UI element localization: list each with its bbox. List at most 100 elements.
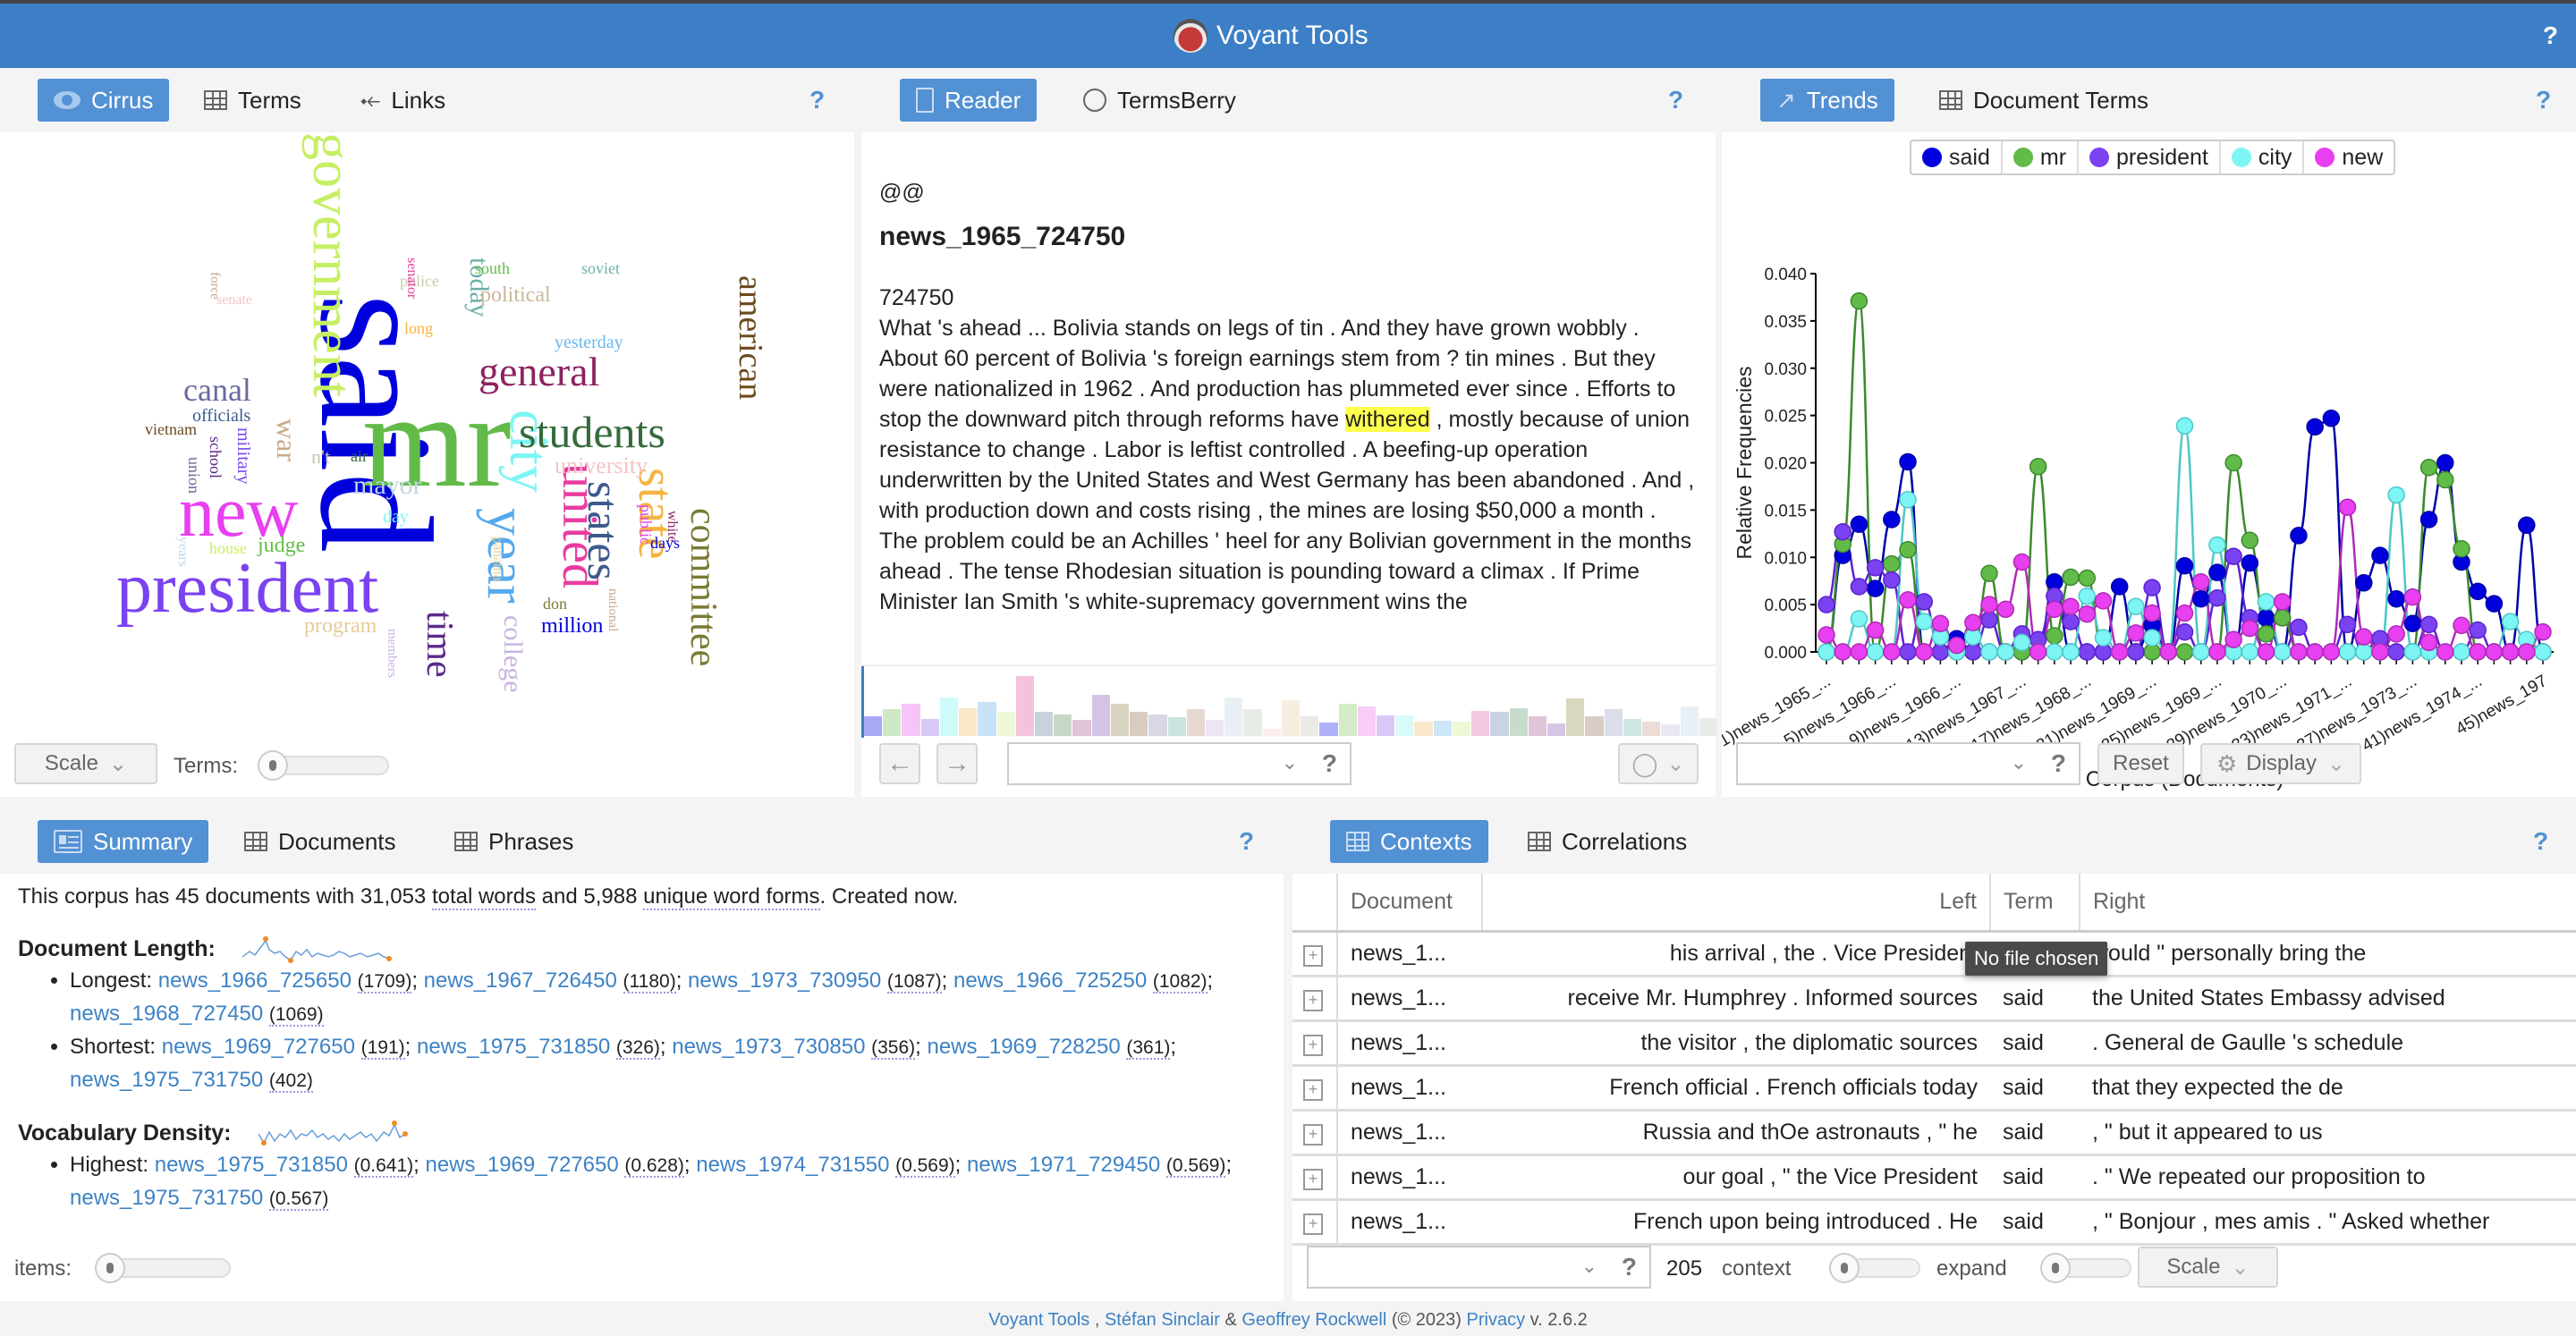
table-row[interactable]: + news_1... Russia and thOe astronauts , "… xyxy=(1292,1110,2576,1156)
app-brand[interactable]: Voyant Tools xyxy=(1174,16,1368,55)
data-point-president[interactable] xyxy=(1915,593,1933,611)
document-link[interactable]: news_1966_725650 xyxy=(691,1219,885,1221)
data-point-mr[interactable] xyxy=(2175,643,2194,661)
data-point-new[interactable] xyxy=(2436,643,2454,661)
density-bar[interactable] xyxy=(1243,709,1262,736)
data-point-president[interactable] xyxy=(2078,643,2097,661)
data-point-new[interactable] xyxy=(2469,643,2487,661)
density-bar[interactable] xyxy=(1377,715,1395,736)
data-point-mr[interactable] xyxy=(2224,453,2242,472)
density-bar[interactable] xyxy=(1186,709,1205,736)
density-bar[interactable] xyxy=(1661,724,1680,736)
density-bar[interactable] xyxy=(1130,712,1148,736)
data-point-city[interactable] xyxy=(2078,587,2097,605)
highlighted-term[interactable]: withered xyxy=(1345,407,1430,432)
data-point-new[interactable] xyxy=(2094,592,2113,610)
data-point-new[interactable] xyxy=(2387,625,2405,643)
privacy-link[interactable]: Privacy xyxy=(1467,1310,1526,1330)
expand-row-icon[interactable]: + xyxy=(1303,1123,1323,1146)
data-point-president[interactable] xyxy=(2290,618,2308,637)
density-bar[interactable] xyxy=(1623,719,1642,736)
table-row[interactable]: + news_1... French upon being introduced .… xyxy=(1292,1199,2576,1246)
data-point-city[interactable] xyxy=(2046,643,2063,661)
data-point-mr[interactable] xyxy=(2062,568,2080,587)
density-bar[interactable] xyxy=(1319,723,1338,736)
data-point-city[interactable] xyxy=(2257,593,2275,611)
data-point-president[interactable] xyxy=(2175,623,2194,641)
expander-cell[interactable]: + xyxy=(1292,931,1338,977)
app-help-icon[interactable]: ? xyxy=(2543,21,2558,50)
document-link[interactable]: news_1966_725650 xyxy=(158,968,352,993)
data-point-city[interactable] xyxy=(2273,643,2292,661)
data-point-new[interactable] xyxy=(2062,597,2080,615)
density-bar[interactable] xyxy=(1414,722,1433,736)
series-line-mr[interactable] xyxy=(1825,300,2543,654)
data-point-new[interactable] xyxy=(2419,633,2438,652)
data-point-mr[interactable] xyxy=(2273,609,2292,627)
data-point-said[interactable] xyxy=(1866,579,1885,597)
cloud-word-government[interactable]: government xyxy=(301,132,362,397)
data-point-said[interactable] xyxy=(2387,590,2405,608)
data-point-president[interactable] xyxy=(2469,621,2487,639)
cloud-word-university[interactable]: university xyxy=(555,454,648,478)
data-point-president[interactable] xyxy=(1899,643,1917,661)
data-point-new[interactable] xyxy=(2306,643,2324,661)
column-header-term[interactable]: Term xyxy=(1990,874,2080,933)
data-point-city[interactable] xyxy=(2208,536,2226,554)
data-point-said[interactable] xyxy=(2306,418,2324,436)
data-point-new[interactable] xyxy=(2127,624,2145,642)
data-point-new[interactable] xyxy=(1899,591,1917,609)
data-point-city[interactable] xyxy=(2403,643,2422,661)
density-bar[interactable] xyxy=(996,712,1015,736)
density-bar[interactable] xyxy=(1585,716,1604,736)
density-bar[interactable] xyxy=(1110,704,1130,736)
data-point-new[interactable] xyxy=(2191,572,2210,591)
data-point-new[interactable] xyxy=(2257,643,2275,661)
tab-documents[interactable]: Documents xyxy=(228,820,412,863)
density-bar[interactable] xyxy=(864,716,883,736)
document-link[interactable]: news_1967_726450 xyxy=(420,1219,614,1221)
data-point-city[interactable] xyxy=(2534,643,2552,661)
cloud-word-south[interactable]: south xyxy=(475,260,510,276)
data-point-mr[interactable] xyxy=(2453,539,2470,558)
reader-help-icon[interactable]: ? xyxy=(1668,86,1683,114)
data-point-said[interactable] xyxy=(2436,453,2454,472)
cloud-word-year[interactable]: year xyxy=(476,508,537,604)
cloud-word-judge[interactable]: judge xyxy=(258,535,305,556)
expand-row-icon[interactable]: + xyxy=(1303,1213,1323,1235)
data-point-new[interactable] xyxy=(2078,605,2097,623)
tab-document-terms[interactable]: Document Terms xyxy=(1923,79,2165,122)
data-point-said[interactable] xyxy=(2257,609,2275,627)
density-bar[interactable] xyxy=(1167,717,1186,736)
summary-help-icon[interactable]: ? xyxy=(1239,827,1254,856)
scale-dropdown[interactable]: Scale ⌄ xyxy=(14,743,157,784)
document-link[interactable]: news_1969_728250 xyxy=(927,1035,1120,1059)
slider-handle[interactable] xyxy=(258,750,288,781)
data-point-city[interactable] xyxy=(1899,490,1917,509)
data-point-president[interactable] xyxy=(1964,643,1982,661)
data-point-new[interactable] xyxy=(2029,643,2047,661)
data-point-said[interactable] xyxy=(2322,410,2341,427)
data-point-new[interactable] xyxy=(2224,630,2242,649)
density-bar[interactable] xyxy=(1528,716,1546,736)
data-point-new[interactable] xyxy=(1931,614,1950,633)
legend-item-mr[interactable]: mr xyxy=(2003,141,2080,173)
data-point-mr[interactable] xyxy=(2419,459,2438,477)
data-point-city[interactable] xyxy=(2062,643,2080,661)
data-point-new[interactable] xyxy=(2175,604,2194,622)
document-link[interactable]: news_1969_727650 xyxy=(425,1153,618,1177)
data-point-new[interactable] xyxy=(2322,643,2341,661)
data-point-new[interactable] xyxy=(1980,596,1998,613)
data-point-president[interactable] xyxy=(1818,596,1835,613)
data-point-said[interactable] xyxy=(2175,557,2194,575)
cloud-word-day[interactable]: day xyxy=(383,508,409,526)
cloud-word-senator[interactable]: senator xyxy=(404,258,419,299)
data-point-mr[interactable] xyxy=(2029,457,2047,476)
data-point-new[interactable] xyxy=(2453,616,2470,635)
data-point-president[interactable] xyxy=(1931,643,1950,661)
cloud-word-national[interactable]: national xyxy=(606,588,620,631)
search-help-icon[interactable]: ? xyxy=(2051,749,2066,778)
data-point-new[interactable] xyxy=(2501,643,2520,661)
data-point-city[interactable] xyxy=(2355,643,2373,661)
data-point-president[interactable] xyxy=(2062,613,2080,630)
